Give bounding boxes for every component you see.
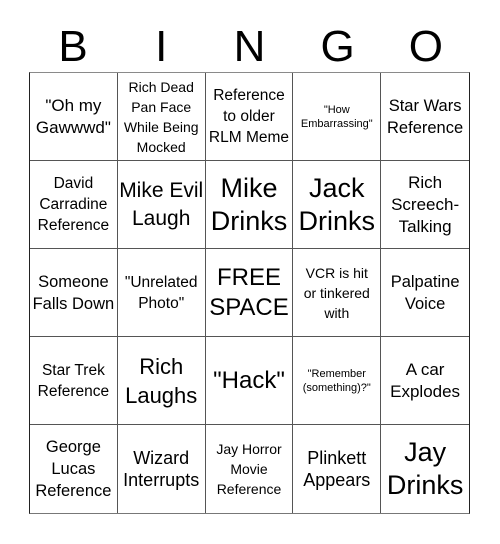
bingo-cell[interactable]: Reference to older RLM Meme [205,73,294,161]
cell-text: "Hack" [213,366,285,394]
bingo-cell[interactable]: VCR is hit or tinkered with [293,249,382,337]
cell-text: "Oh my Gawwwd" [35,95,111,137]
cell-text: Reference to older RLM Meme [208,87,290,146]
bingo-board: "Oh my Gawwwd" Rich Dead Pan Face While … [29,72,470,514]
cell-text: Rich Laughs [125,353,198,408]
bingo-cell[interactable]: Jay Horror Movie Reference [206,425,294,513]
cell-text: A car Explodes [390,359,461,401]
bingo-header: B I N G O [29,22,470,72]
cell-text: Someone Falls Down [32,272,115,313]
bingo-cell[interactable]: A car Explodes [381,337,469,425]
cell-text: "How Embarrassing" [300,103,373,130]
bingo-cell[interactable]: Rich Screech-Talking [381,161,469,249]
bingo-cell[interactable]: Mike Evil Laugh [117,161,206,249]
bingo-cell[interactable]: Star Wars Reference [381,73,469,161]
bingo-cell[interactable]: Wizard Interrupts [118,425,206,513]
cell-text: Jay Horror Movie Reference [216,441,282,497]
cell-text: VCR is hit or tinkered with [303,264,370,321]
bingo-cell[interactable]: "Hack" [205,337,294,425]
bingo-cell[interactable]: David Carradine Reference [30,161,118,249]
cell-text: Mike Evil Laugh [119,178,204,230]
bingo-cell[interactable]: "Remember (something)?" [293,337,382,425]
bingo-cell[interactable]: "Oh my Gawwwd" [30,73,118,161]
bingo-cell[interactable]: Rich Laughs [117,337,206,425]
cell-text: Star Wars Reference [387,96,464,137]
cell-text: Mike Drinks [210,172,288,236]
cell-text: Wizard Interrupts [123,448,200,490]
free-space-cell[interactable]: FREE SPACE [205,249,294,337]
bingo-cell[interactable]: Star Trek Reference [30,337,118,425]
cell-text: "Unrelated Photo" [124,273,198,312]
bingo-cell[interactable]: Jack Drinks [293,161,382,249]
cell-text: Rich Screech-Talking [391,172,460,236]
cell-text: "Remember (something)?" [302,367,371,394]
cell-text: Rich Dead Pan Face While Being Mocked [123,78,199,155]
cell-text: Jay Drinks [386,437,464,500]
header-letter-n: N [233,22,266,71]
bingo-cell[interactable]: Rich Dead Pan Face While Being Mocked [117,73,206,161]
cell-text: George Lucas Reference [35,438,112,500]
bingo-cell[interactable]: Someone Falls Down [30,249,118,337]
bingo-cell[interactable]: Mike Drinks [205,161,294,249]
header-letter-b: B [58,22,88,71]
header-letter-g: G [320,22,355,71]
cell-text: FREE SPACE [209,263,289,321]
cell-text: Plinkett Appears [303,448,371,490]
header-letter-i: I [155,22,168,71]
bingo-cell[interactable]: Palpatine Voice [381,249,469,337]
cell-text: Jack Drinks [298,172,376,236]
header-letter-o: O [408,22,443,71]
bingo-cell[interactable]: Jay Drinks [381,425,469,513]
cell-text: Star Trek Reference [37,361,110,400]
bingo-cell[interactable]: Plinkett Appears [293,425,382,513]
bingo-cell[interactable]: "Unrelated Photo" [117,249,206,337]
bingo-cell[interactable]: George Lucas Reference [30,425,118,513]
bingo-cell[interactable]: "How Embarrassing" [293,73,382,161]
cell-text: David Carradine Reference [37,175,110,234]
cell-text: Palpatine Voice [390,272,460,313]
